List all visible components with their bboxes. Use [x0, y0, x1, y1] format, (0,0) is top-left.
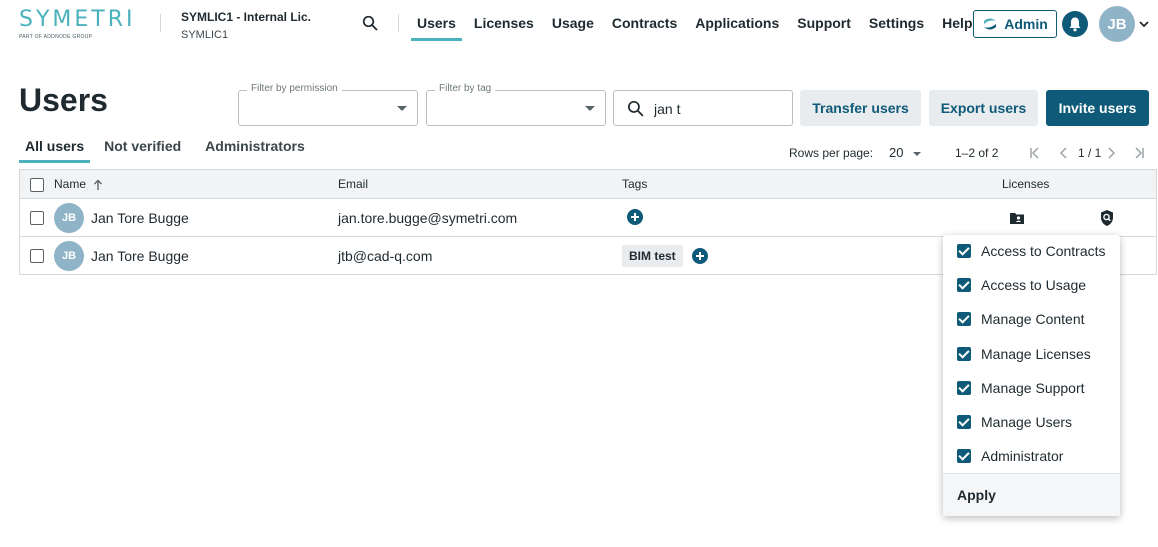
caret-down-icon	[397, 106, 407, 111]
header-divider	[160, 14, 161, 32]
column-header-name[interactable]: Name	[54, 177, 86, 191]
rows-per-page-label: Rows per page:	[789, 146, 874, 160]
user-avatar[interactable]: JB	[1099, 6, 1135, 42]
row-checkbox[interactable]	[30, 211, 44, 225]
org-switcher[interactable]: SYMLIC1 - Internal Lic. SYMLIC1	[181, 10, 311, 41]
checkbox-checked[interactable]	[957, 278, 971, 292]
checkbox-checked[interactable]	[957, 244, 971, 258]
tag-filter-label: Filter by tag	[435, 83, 496, 94]
bell-icon	[1069, 17, 1081, 32]
permission-option-manage-content[interactable]: Manage Content	[957, 309, 1085, 329]
nav-licenses[interactable]: Licenses	[468, 0, 540, 40]
next-page-icon[interactable]	[1104, 146, 1118, 160]
permissions-popup: Access to Contracts Access to Usage Mana…	[943, 235, 1120, 516]
tab-administrators[interactable]: Administrators	[199, 138, 311, 160]
tag-filter-select[interactable]: Filter by tag	[426, 83, 606, 126]
avatar: JB	[54, 203, 84, 233]
permission-option-manage-licenses[interactable]: Manage Licenses	[957, 344, 1091, 364]
avatar: JB	[54, 241, 84, 271]
user-email: jtb@cad-q.com	[338, 248, 433, 264]
main-nav: Users Licenses Usage Contracts Applicati…	[411, 0, 985, 50]
page-title: Users	[19, 82, 108, 118]
user-search-box	[613, 90, 793, 126]
permission-option-access-usage[interactable]: Access to Usage	[957, 275, 1086, 295]
logo-wordmark: SYMETRI	[19, 7, 136, 32]
first-page-icon[interactable]	[1028, 146, 1042, 160]
permission-filter-select[interactable]: Filter by permission	[238, 83, 418, 126]
checkbox-checked[interactable]	[957, 381, 971, 395]
permission-label: Manage Content	[981, 311, 1085, 327]
search-icon[interactable]	[362, 15, 378, 31]
column-header-email: Email	[338, 177, 369, 191]
permission-label: Access to Contracts	[981, 243, 1106, 259]
row-checkbox[interactable]	[30, 249, 44, 263]
pagination-range: 1–2 of 2	[955, 146, 999, 160]
page-indicator: 1 / 1	[1078, 146, 1102, 160]
sort-ascending-icon[interactable]	[93, 179, 103, 191]
permission-option-manage-support[interactable]: Manage Support	[957, 378, 1085, 398]
checkbox-checked[interactable]	[957, 347, 971, 361]
symetri-logo[interactable]: SYMETRI PART OF ADDNODE GROUP	[19, 7, 136, 41]
popup-footer: Apply	[943, 473, 1120, 516]
export-users-button[interactable]: Export users	[929, 90, 1038, 126]
user-tabs: All users Not verified Administrators	[19, 138, 329, 163]
column-header-tags: Tags	[622, 177, 648, 191]
checkbox-checked[interactable]	[957, 312, 971, 326]
permission-option-administrator[interactable]: Administrator	[957, 446, 1063, 466]
admin-label: Admin	[1004, 16, 1048, 32]
tab-not-verified[interactable]: Not verified	[98, 138, 187, 160]
invite-users-button[interactable]: Invite users	[1046, 90, 1149, 126]
permission-filter-label: Filter by permission	[247, 83, 342, 94]
nav-users[interactable]: Users	[411, 0, 462, 41]
tag-chip[interactable]: BIM test	[622, 245, 683, 267]
transfer-users-button[interactable]: Transfer users	[800, 90, 921, 126]
search-icon	[627, 100, 644, 117]
last-page-icon[interactable]	[1132, 146, 1146, 160]
tab-all-users[interactable]: All users	[19, 138, 91, 163]
permission-label: Administrator	[981, 448, 1064, 464]
table-row[interactable]: JB Jan Tore Bugge jan.tore.bugge@symetri…	[20, 199, 1156, 237]
checkbox-checked[interactable]	[957, 449, 971, 463]
symetri-s-icon	[984, 18, 997, 30]
nav-divider	[398, 14, 399, 32]
table-header: Name Email Tags Licenses	[20, 170, 1156, 199]
org-code: SYMLIC1	[181, 29, 229, 41]
nav-contracts[interactable]: Contracts	[606, 0, 683, 40]
rows-per-page-select[interactable]: 20	[889, 145, 922, 160]
permission-option-manage-users[interactable]: Manage Users	[957, 412, 1072, 432]
notifications-bell-icon[interactable]	[1062, 11, 1088, 37]
caret-down-icon	[913, 151, 922, 156]
permission-label: Manage Licenses	[981, 346, 1091, 362]
nav-settings[interactable]: Settings	[863, 0, 930, 40]
permission-label: Manage Support	[981, 380, 1085, 396]
apply-button[interactable]: Apply	[957, 487, 996, 503]
permission-option-access-contracts[interactable]: Access to Contracts	[957, 241, 1106, 261]
checkbox-checked[interactable]	[957, 415, 971, 429]
user-search-input[interactable]	[654, 99, 784, 119]
logo-subtext: PART OF ADDNODE GROUP	[19, 34, 93, 40]
chevron-down-icon[interactable]	[1138, 19, 1150, 29]
column-header-licenses: Licenses	[1002, 177, 1050, 191]
user-name: Jan Tore Bugge	[91, 210, 189, 226]
license-folder-icon[interactable]	[1009, 211, 1025, 225]
caret-down-icon	[585, 106, 595, 111]
user-name: Jan Tore Bugge	[91, 248, 189, 264]
org-name: SYMLIC1 - Internal Lic.	[181, 10, 312, 24]
permission-label: Manage Users	[981, 414, 1073, 430]
select-all-checkbox[interactable]	[30, 178, 44, 192]
permissions-shield-icon[interactable]	[1099, 209, 1115, 227]
top-header: SYMETRI PART OF ADDNODE GROUP SYMLIC1 - …	[0, 0, 1158, 50]
admin-button[interactable]: Admin	[973, 10, 1057, 38]
previous-page-icon[interactable]	[1057, 146, 1071, 160]
nav-usage[interactable]: Usage	[546, 0, 600, 40]
user-email: jan.tore.bugge@symetri.com	[338, 210, 518, 226]
nav-support[interactable]: Support	[791, 0, 857, 40]
rows-per-page-value: 20	[889, 145, 904, 160]
permission-label: Access to Usage	[981, 277, 1087, 293]
nav-applications[interactable]: Applications	[689, 0, 785, 40]
add-tag-icon[interactable]	[692, 248, 708, 264]
add-tag-icon[interactable]	[627, 209, 643, 225]
